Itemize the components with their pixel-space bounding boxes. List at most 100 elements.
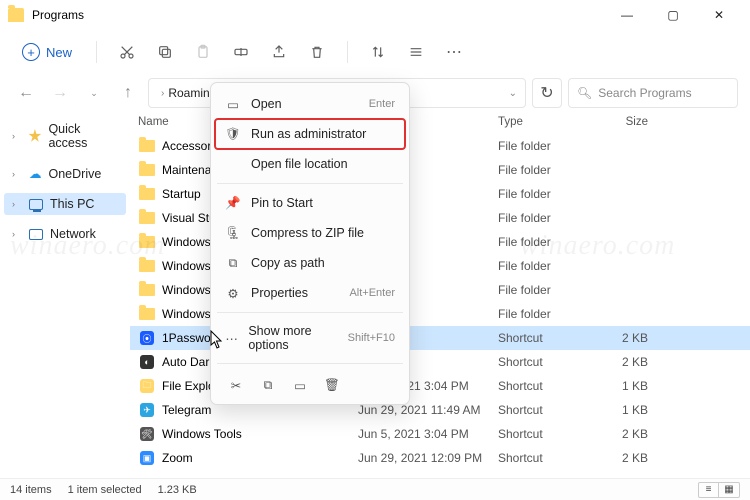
- ctx-compress-to-zip-file[interactable]: 🗜 Compress to ZIP file: [215, 218, 405, 248]
- ctx-label: Run as administrator: [251, 127, 366, 141]
- pin-icon: 📌: [225, 195, 241, 211]
- paste-button[interactable]: [187, 36, 219, 68]
- more-icon: ⋯: [225, 330, 238, 346]
- cloud-icon: ☁: [29, 166, 42, 181]
- ctx-open-file-location[interactable]: Open file location: [215, 149, 405, 179]
- up-button[interactable]: ↑: [114, 79, 142, 107]
- folder-icon: [139, 164, 155, 176]
- ctx-copy-as-path[interactable]: ⧉ Copy as path: [215, 248, 405, 278]
- zm-icon: ▣: [140, 451, 154, 465]
- sidebar-item-quick-access[interactable]: › Quick access: [4, 118, 126, 154]
- file-type: File folder: [498, 307, 588, 321]
- list-item[interactable]: ▣ Zoom Jun 29, 2021 12:09 PM Shortcut 2 …: [130, 446, 750, 470]
- cut-button[interactable]: [111, 36, 143, 68]
- more-button[interactable]: ⋯: [438, 36, 470, 68]
- folder-icon: [139, 188, 155, 200]
- folder-icon: [8, 8, 24, 22]
- ctx-label: Compress to ZIP file: [251, 226, 364, 240]
- back-button[interactable]: ←: [12, 79, 40, 107]
- forward-button[interactable]: →: [46, 79, 74, 107]
- folder-icon: [139, 236, 155, 248]
- view-button[interactable]: [400, 36, 432, 68]
- ctx-show-more-options[interactable]: ⋯ Show more options Shift+F10: [215, 317, 405, 359]
- file-type: Shortcut: [498, 331, 588, 345]
- thumbnails-view-icon[interactable]: ▦: [719, 483, 739, 497]
- sidebar-item-network[interactable]: › Network: [4, 223, 126, 245]
- ctx-properties[interactable]: ⚙ Properties Alt+Enter: [215, 278, 405, 308]
- minimize-button[interactable]: —: [604, 0, 650, 30]
- separator: [217, 312, 403, 313]
- delete-button[interactable]: [301, 36, 333, 68]
- folder-icon: [139, 260, 155, 272]
- context-menu: ▭ Open Enter🛡 Run as administrator Open …: [210, 82, 410, 405]
- ctx-pin-to-start[interactable]: 📌 Pin to Start: [215, 188, 405, 218]
- file-type: Shortcut: [498, 427, 588, 441]
- sort-button[interactable]: [362, 36, 394, 68]
- file-name: Telegram: [162, 403, 358, 417]
- wt-icon: 🛠: [140, 427, 154, 441]
- zip-icon: 🗜: [225, 225, 241, 241]
- ctx-label: Open file location: [251, 157, 348, 171]
- file-type: Shortcut: [498, 403, 588, 417]
- file-type: File folder: [498, 187, 588, 201]
- ctx-run-as-administrator[interactable]: 🛡 Run as administrator: [215, 119, 405, 149]
- separator: [347, 41, 348, 63]
- ctx-label: Open: [251, 97, 282, 111]
- folder-icon: [139, 212, 155, 224]
- rename-button[interactable]: ▭: [289, 374, 311, 396]
- new-button[interactable]: + New: [12, 39, 82, 65]
- sidebar-item-this-pc[interactable]: › This PC: [4, 193, 126, 215]
- search-placeholder: Search Programs: [598, 86, 691, 100]
- folder-icon: [139, 308, 155, 320]
- network-icon: [29, 229, 43, 240]
- sidebar-item-onedrive[interactable]: › ☁ OneDrive: [4, 162, 126, 185]
- blank-icon: [225, 156, 241, 172]
- sidebar-item-label: OneDrive: [49, 167, 102, 181]
- ctx-hint: Enter: [369, 98, 395, 110]
- share-button[interactable]: [263, 36, 295, 68]
- view-toggle[interactable]: ≡ ▦: [698, 482, 740, 498]
- delete-button[interactable]: 🗑: [321, 374, 343, 396]
- ctx-open[interactable]: ▭ Open Enter: [215, 89, 405, 119]
- ctx-label: Show more options: [248, 324, 337, 352]
- search-input[interactable]: 🔍︎ Search Programs: [568, 78, 738, 108]
- chevron-down-icon[interactable]: ⌄: [509, 88, 517, 99]
- star-icon: [28, 129, 41, 143]
- list-item[interactable]: 🛠 Windows Tools Jun 5, 2021 3:04 PM Shor…: [130, 422, 750, 446]
- rename-button[interactable]: [225, 36, 257, 68]
- file-type: Shortcut: [498, 451, 588, 465]
- file-name: Windows Tools: [162, 427, 358, 441]
- file-type: File folder: [498, 283, 588, 297]
- copy-button[interactable]: ⧉: [257, 374, 279, 396]
- details-view-icon[interactable]: ≡: [699, 483, 719, 497]
- col-type[interactable]: Type: [498, 116, 588, 128]
- file-size: 2 KB: [588, 451, 648, 465]
- ctx-label: Properties: [251, 286, 308, 300]
- file-size: 2 KB: [588, 355, 648, 369]
- plus-icon: +: [22, 43, 40, 61]
- chevron-icon: ›: [161, 88, 164, 99]
- file-type: Shortcut: [498, 355, 588, 369]
- 1pw-icon: ⦿: [140, 331, 154, 345]
- folder-icon: [139, 140, 155, 152]
- pc-icon: [29, 199, 43, 210]
- refresh-button[interactable]: ↻: [532, 78, 562, 108]
- maximize-button[interactable]: ▢: [650, 0, 696, 30]
- cut-button[interactable]: ✂: [225, 374, 247, 396]
- file-date: Jun 5, 2021 3:04 PM: [358, 427, 498, 441]
- adm-icon: ◐: [140, 355, 154, 369]
- chevron-right-icon: ›: [12, 199, 22, 209]
- chevron-right-icon: ›: [12, 131, 21, 141]
- open-icon: ▭: [225, 96, 241, 112]
- new-label: New: [46, 45, 72, 60]
- file-type: Shortcut: [498, 379, 588, 393]
- close-button[interactable]: ✕: [696, 0, 742, 30]
- col-size[interactable]: Size: [588, 116, 648, 128]
- ctx-label: Pin to Start: [251, 196, 313, 210]
- search-icon: 🔍︎: [577, 86, 592, 100]
- chevron-right-icon: ›: [12, 229, 22, 239]
- separator: [217, 363, 403, 364]
- copy-button[interactable]: [149, 36, 181, 68]
- recent-button[interactable]: ⌄: [80, 79, 108, 107]
- titlebar: Programs — ▢ ✕: [0, 0, 750, 30]
